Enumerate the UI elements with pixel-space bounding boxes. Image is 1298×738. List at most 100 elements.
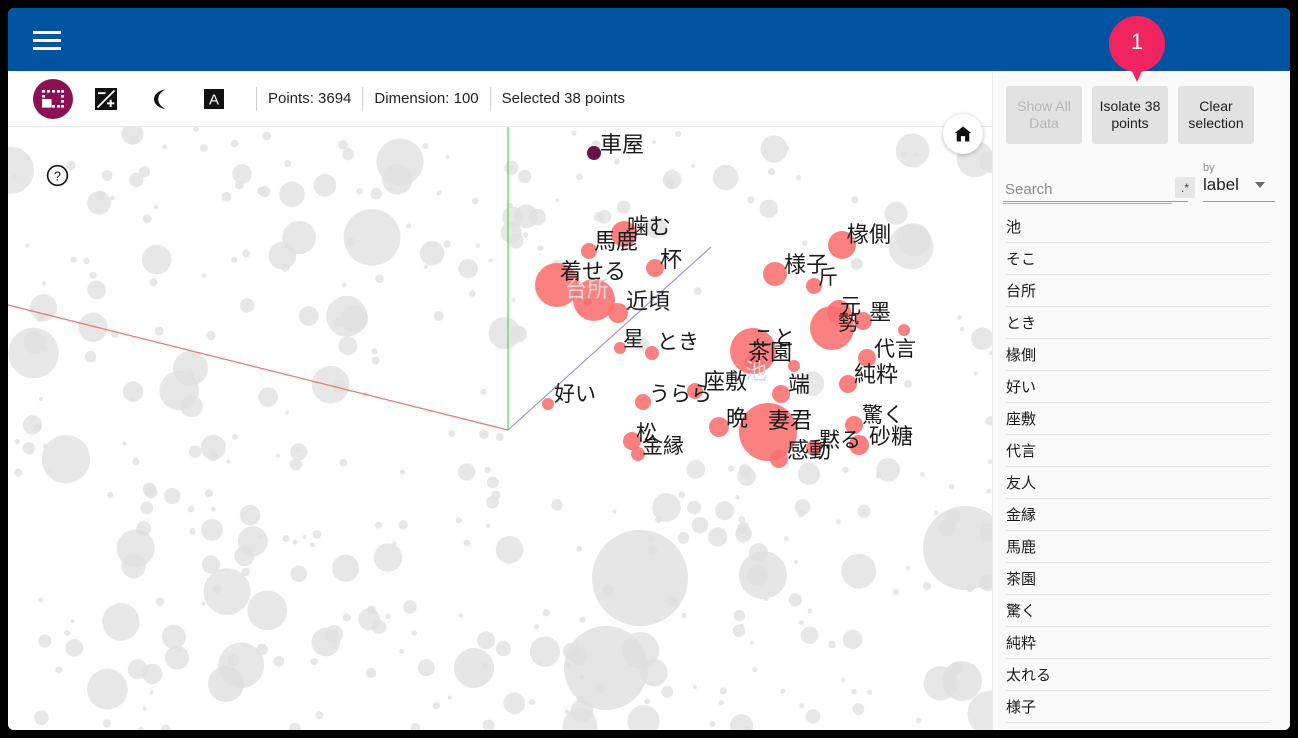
data-point[interactable] <box>807 608 813 614</box>
data-point[interactable] <box>33 424 41 432</box>
data-point[interactable] <box>511 297 516 302</box>
data-point[interactable] <box>840 677 846 683</box>
data-point[interactable] <box>749 640 754 645</box>
data-point[interactable] <box>986 488 991 494</box>
data-point[interactable] <box>485 523 491 528</box>
data-point[interactable] <box>258 186 271 198</box>
selected-data-point[interactable] <box>770 450 788 468</box>
data-point[interactable] <box>514 204 539 229</box>
data-point[interactable] <box>221 192 232 202</box>
data-point[interactable] <box>201 273 207 278</box>
exposure-icon[interactable] <box>86 79 126 119</box>
data-point[interactable] <box>38 397 43 402</box>
data-point[interactable] <box>399 470 404 475</box>
data-point[interactable] <box>375 521 382 529</box>
data-point[interactable] <box>957 314 963 320</box>
data-point[interactable] <box>576 173 583 181</box>
selected-data-point[interactable] <box>608 303 628 323</box>
data-point[interactable] <box>87 280 106 300</box>
data-point[interactable] <box>612 509 617 514</box>
data-point[interactable] <box>153 205 159 210</box>
data-point[interactable] <box>280 263 290 272</box>
data-point[interactable] <box>41 345 48 353</box>
data-point[interactable] <box>884 201 908 225</box>
list-item[interactable]: 池 <box>1006 211 1269 243</box>
data-point[interactable] <box>70 618 75 624</box>
data-point[interactable] <box>458 259 478 279</box>
selected-data-point[interactable] <box>584 298 592 306</box>
data-point[interactable] <box>234 545 255 567</box>
data-point[interactable] <box>458 613 463 619</box>
data-point[interactable] <box>258 387 278 407</box>
data-point[interactable] <box>851 196 859 204</box>
list-item[interactable]: 友人 <box>1006 467 1269 499</box>
data-point[interactable] <box>356 188 364 195</box>
home-icon[interactable] <box>943 114 983 154</box>
data-point[interactable] <box>83 257 90 265</box>
data-point[interactable] <box>423 264 428 269</box>
data-point[interactable] <box>231 256 238 263</box>
data-point[interactable] <box>614 158 620 165</box>
data-point[interactable] <box>212 584 222 594</box>
data-point[interactable] <box>973 371 979 376</box>
data-point[interactable] <box>801 240 808 247</box>
data-point[interactable] <box>463 539 471 547</box>
data-point[interactable] <box>371 348 378 355</box>
data-point[interactable] <box>529 636 561 667</box>
data-point[interactable] <box>193 127 199 132</box>
selected-data-point[interactable] <box>763 262 787 286</box>
data-point[interactable] <box>895 133 930 168</box>
data-point[interactable] <box>292 539 298 545</box>
data-point[interactable] <box>675 130 682 138</box>
data-point[interactable] <box>313 174 337 197</box>
data-point[interactable] <box>41 281 47 286</box>
data-point[interactable] <box>715 501 735 521</box>
data-point[interactable] <box>767 168 776 176</box>
list-item[interactable]: 近頃 <box>1006 723 1269 730</box>
data-point[interactable] <box>149 278 158 287</box>
data-point[interactable] <box>739 551 787 599</box>
data-point[interactable] <box>495 535 524 564</box>
data-point[interactable] <box>942 661 982 701</box>
data-point[interactable] <box>495 433 504 442</box>
data-point[interactable] <box>206 330 216 341</box>
data-point[interactable] <box>276 453 281 458</box>
data-point[interactable] <box>138 166 151 178</box>
data-point[interactable] <box>65 639 84 657</box>
data-point[interactable] <box>828 640 836 649</box>
selected-data-point[interactable] <box>535 263 579 307</box>
data-point[interactable] <box>454 648 494 688</box>
data-point[interactable] <box>22 442 35 455</box>
data-point[interactable] <box>693 685 697 690</box>
data-point[interactable] <box>315 711 324 720</box>
search-input[interactable] <box>1003 175 1172 204</box>
data-point[interactable] <box>130 135 140 145</box>
data-point[interactable] <box>448 430 456 437</box>
data-point[interactable] <box>284 410 290 415</box>
data-point[interactable] <box>888 224 934 270</box>
list-item[interactable]: そこ <box>1006 243 1269 275</box>
list-item[interactable]: 茶園 <box>1006 563 1269 595</box>
data-point[interactable] <box>655 516 662 524</box>
data-point[interactable] <box>645 216 668 239</box>
data-point[interactable] <box>785 145 790 151</box>
data-point[interactable] <box>41 435 91 484</box>
data-point[interactable] <box>436 190 442 196</box>
data-point[interactable] <box>661 685 674 698</box>
data-point[interactable] <box>455 517 462 524</box>
data-point[interactable] <box>388 164 396 173</box>
data-point[interactable] <box>691 516 709 534</box>
data-point[interactable] <box>38 634 52 648</box>
data-point[interactable] <box>226 459 231 464</box>
data-point[interactable] <box>164 487 181 505</box>
data-point[interactable] <box>109 195 115 201</box>
selected-data-point[interactable] <box>827 300 851 324</box>
data-point[interactable] <box>338 140 348 150</box>
data-point[interactable] <box>398 520 408 530</box>
data-point[interactable] <box>905 565 911 571</box>
data-point[interactable] <box>288 722 301 730</box>
data-point[interactable] <box>796 175 802 181</box>
list-item[interactable]: 金縁 <box>1006 499 1269 531</box>
data-point[interactable] <box>516 326 521 331</box>
data-point[interactable] <box>479 429 489 440</box>
